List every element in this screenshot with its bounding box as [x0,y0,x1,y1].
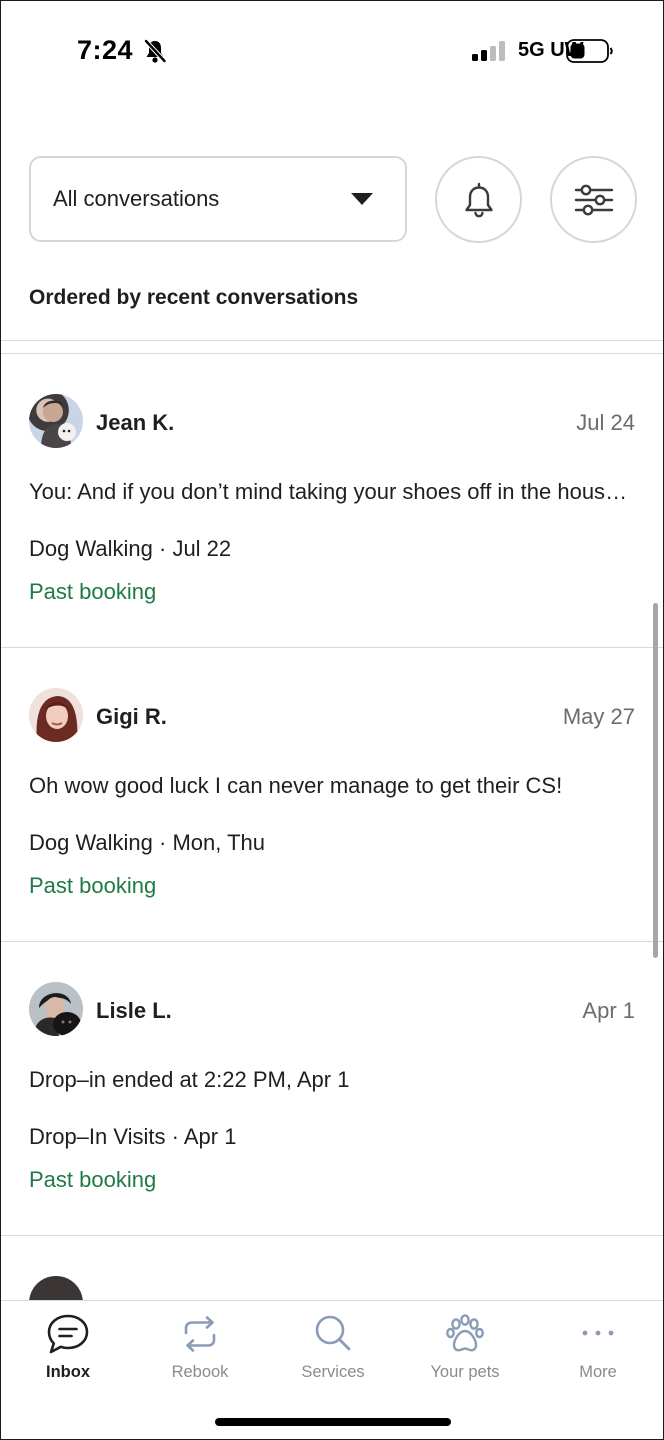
status-time: 7:24 [77,35,134,65]
nav-tab-inbox[interactable]: Inbox [8,1311,128,1391]
avatar-photo [41,400,76,448]
more-dots-icon [582,1330,614,1336]
nav-label: Rebook [171,1363,229,1381]
sort-order-label: Ordered by recent conversations [29,286,359,309]
app-screen: 7:24 5G UW All conversations Ordered by … [0,0,664,1440]
conversation-item-gigi[interactable]: Gigi R. May 27 Oh wow good luck I can ne… [1,647,663,941]
avatar-photo [29,688,83,742]
rebook-arrows-icon [184,1316,216,1352]
message-preview: Drop–in ended at 2:22 PM, Apr 1 [29,1067,350,1092]
avatar [29,1276,83,1300]
conversation-item-lisle[interactable]: Lisle L. Apr 1 Drop–in ended at 2:22 PM,… [1,941,663,1235]
notification-bell-icon [464,182,493,217]
booking-status: Past booking [29,579,157,604]
scrollbar[interactable] [653,603,658,958]
booking-status: Past booking [29,1167,157,1192]
message-preview: Oh wow good luck I can never manage to g… [29,773,563,798]
search-icon [315,1315,351,1351]
contact-name: Lisle L. [96,998,172,1023]
chat-bubble-icon [47,1314,89,1354]
filter-sliders-icon [574,184,613,215]
nav-label: Your pets [430,1363,500,1381]
avatar-photo [29,982,83,1036]
conversation-date: Apr 1 [582,998,635,1023]
nav-tab-your-pets[interactable]: Your pets [405,1311,525,1391]
avatar [29,688,83,742]
contact-name: Jean K. [96,410,175,435]
caret-down-icon [351,193,373,205]
nav-tab-rebook[interactable]: Rebook [140,1311,260,1391]
home-indicator [215,1418,451,1426]
nav-tab-more[interactable]: More [538,1311,658,1391]
conversation-item-jean[interactable]: Jean K. Jul 24 You: And if you don’t min… [1,353,663,647]
battery-icon [566,39,613,63]
divider [1,340,663,341]
conversation-date: Jul 24 [576,410,635,435]
status-bar: 7:24 5G UW [1,1,663,101]
filter-settings-button[interactable] [550,156,637,243]
bell-slash-icon [144,39,167,63]
notifications-button[interactable] [435,156,522,243]
nav-label: More [579,1363,617,1381]
avatar [29,982,83,1036]
booking-status: Past booking [29,873,157,898]
nav-label: Services [301,1363,365,1381]
service-info: Dog Walking · Mon, Thu [29,830,265,855]
conversation-date: May 27 [562,704,635,729]
avatar [29,394,83,448]
nav-label: Inbox [46,1363,90,1381]
message-preview: You: And if you don’t mind taking your s… [29,479,637,504]
conversation-filter-value: All conversations [53,186,220,211]
nav-tab-services[interactable]: Services [273,1311,393,1391]
paw-icon [446,1314,484,1352]
signal-icon [472,41,505,61]
service-info: Dog Walking · Jul 22 [29,536,232,561]
conversation-item-partial[interactable] [1,1235,663,1300]
contact-name: Gigi R. [96,704,167,729]
service-info: Drop–In Visits · Apr 1 [29,1124,237,1149]
conversation-filter-dropdown[interactable]: All conversations [29,156,407,242]
